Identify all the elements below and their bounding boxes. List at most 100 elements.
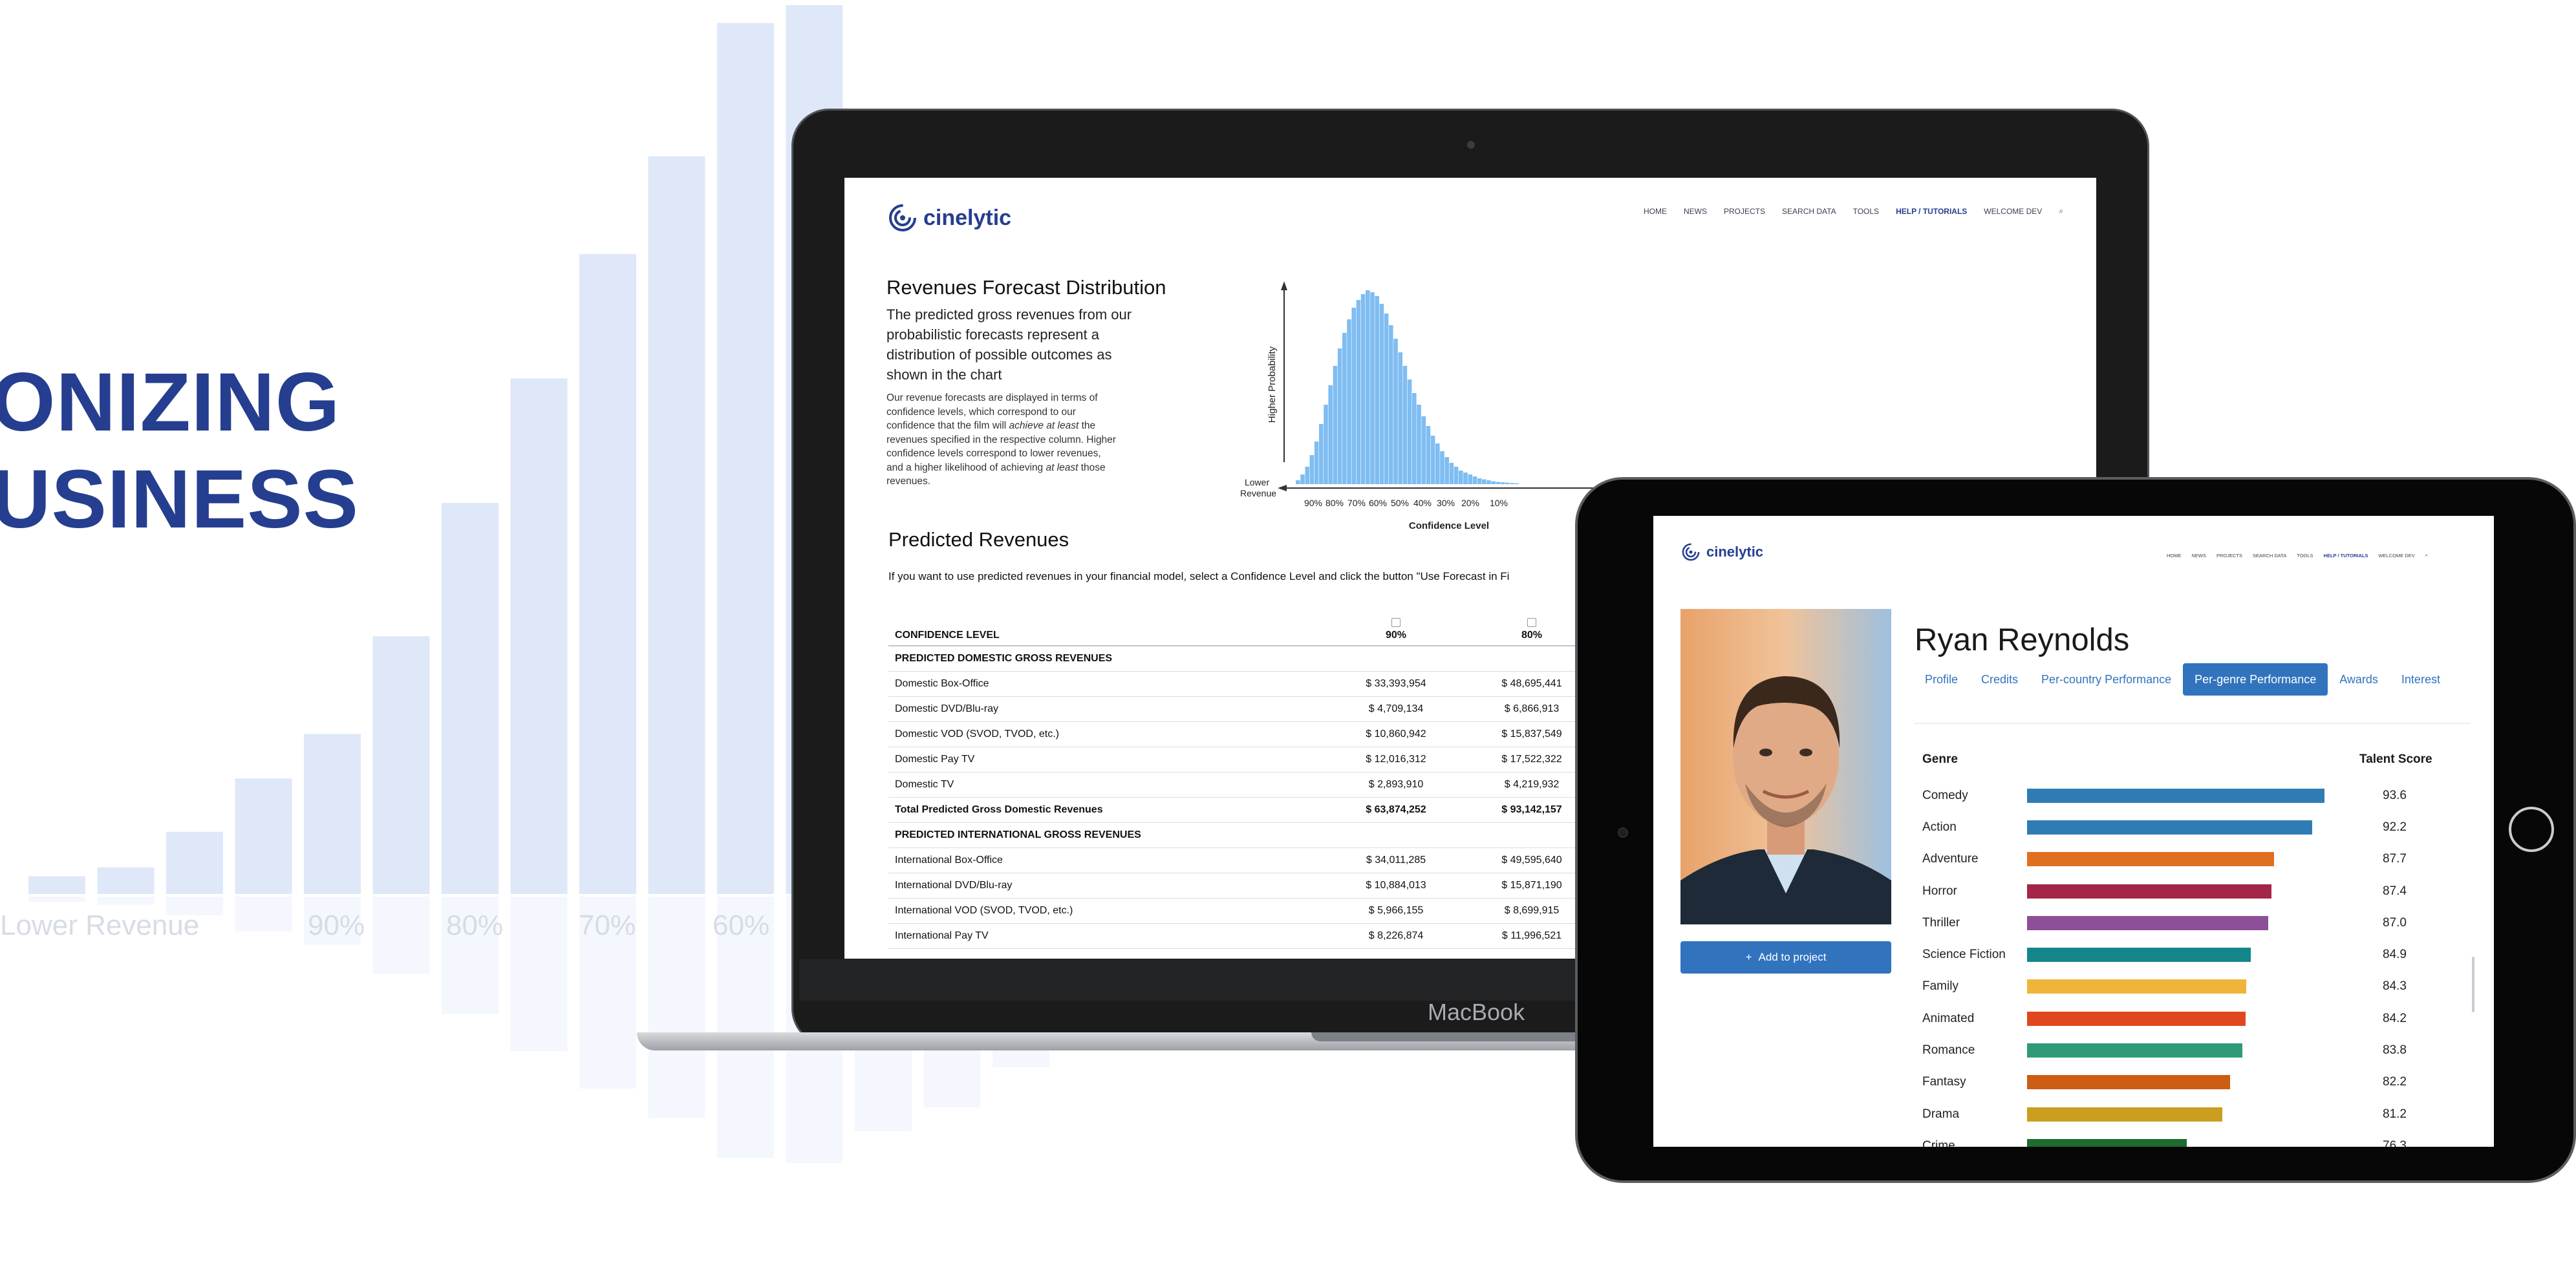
chart-x-arrow: [1278, 485, 1287, 491]
nav-link-search-data[interactable]: SEARCH DATA: [2253, 553, 2286, 559]
distribution-bar: [1370, 292, 1375, 484]
tab-per-genre-performance[interactable]: Per-genre Performance: [2183, 663, 2328, 696]
confidence-90-checkbox[interactable]: [1391, 618, 1401, 627]
nav-link-search-data[interactable]: SEARCH DATA: [1782, 207, 1836, 216]
distribution-bar: [1459, 471, 1463, 484]
row-value: $ 10,860,942: [1328, 721, 1464, 747]
table-row: International Pay TV $ 8,226,874 $ 11,996,…: [888, 923, 1664, 949]
distribution-bar: [1454, 467, 1459, 484]
distribution-bar: [1337, 348, 1342, 484]
nav-link-news[interactable]: NEWS: [2192, 553, 2207, 559]
confidence-80-checkbox[interactable]: [1527, 618, 1536, 627]
tablet-logo-text: cinelytic: [1706, 544, 1764, 560]
col-header-confidence: CONFIDENCE LEVEL: [888, 617, 1328, 646]
col-header-90[interactable]: 90%: [1328, 617, 1464, 646]
nav-link-projects[interactable]: PROJECTS: [2216, 553, 2242, 559]
row-label: International Pay TV: [888, 923, 1328, 949]
search-icon[interactable]: ⌕: [2059, 206, 2063, 216]
tablet-cinelytic-logo[interactable]: cinelytic: [1682, 543, 1763, 561]
distribution-bar: [1417, 405, 1421, 484]
table-row: Domestic Box-Office $ 33,393,954 $ 48,695,…: [888, 671, 1664, 697]
tab-awards[interactable]: Awards: [2328, 663, 2390, 696]
talent-score-value: 83.8: [2383, 1043, 2407, 1058]
talent-score-value: 87.4: [2383, 884, 2407, 898]
genre-row: Comedy 93.6: [1922, 780, 2465, 811]
distribution-bar: [1379, 304, 1384, 484]
background-bar: [97, 867, 155, 894]
tabs-divider: [1915, 723, 2471, 724]
genre-label: Family: [1922, 979, 1959, 994]
genre-row: Animated 84.2: [1922, 1003, 2465, 1034]
tab-interest[interactable]: Interest: [2390, 663, 2452, 696]
distribution-bar: [1342, 333, 1347, 484]
background-bar: [166, 831, 223, 894]
distribution-bar: [1407, 379, 1412, 484]
table-row: Total Predicted Gross Domestic Revenues $…: [888, 797, 1664, 823]
background-axis-label: 60%: [713, 910, 769, 941]
nav-link-help-tutorials[interactable]: HELP / TUTORIALS: [2324, 553, 2368, 559]
x-tick-label: 80%: [1326, 498, 1344, 508]
tab-profile[interactable]: Profile: [1915, 663, 1970, 696]
nav-link-tools[interactable]: TOOLS: [1853, 207, 1879, 216]
genre-label: Thriller: [1922, 915, 1960, 930]
logo-text: cinelytic: [923, 205, 1012, 230]
plus-icon: +: [1745, 951, 1752, 963]
genre-score-bar: [2027, 1011, 2246, 1026]
nav-link-home[interactable]: HOME: [1644, 207, 1667, 216]
background-axis-label: Lower Revenue: [0, 910, 199, 941]
background-bar-reflection: [235, 897, 292, 932]
table-row: International VOD (SVOD, TVOD, etc.) $ 5,…: [888, 898, 1664, 924]
nav-link-tools[interactable]: TOOLS: [2297, 553, 2313, 559]
talent-score-value: 92.2: [2383, 820, 2407, 834]
nav-link-welcome-dev[interactable]: WELCOME DEV: [2378, 553, 2414, 559]
distribution-bar: [1421, 416, 1426, 484]
row-label: International Box-Office: [888, 847, 1328, 873]
genre-bar-track: [2027, 979, 2324, 994]
row-label: PREDICTED DOMESTIC GROSS REVENUES: [888, 646, 1328, 672]
tab-credits[interactable]: Credits: [1970, 663, 2030, 696]
person-name: Ryan Reynolds: [1915, 623, 2130, 657]
distribution-bar: [1500, 482, 1505, 484]
background-bar: [510, 378, 568, 894]
nav-link-home[interactable]: HOME: [2167, 553, 2182, 559]
revenue-table-header: CONFIDENCE LEVEL 90% 80%: [888, 617, 1664, 646]
genre-label: Action: [1922, 820, 1957, 834]
revenue-table: CONFIDENCE LEVEL 90% 80% PREDICTED DOMES…: [888, 617, 1664, 949]
hero-line-1: ONIZING: [0, 356, 341, 449]
add-to-project-button[interactable]: + Add to project: [1680, 941, 1891, 974]
background-axis-label: 90%: [308, 910, 365, 941]
hero-headline: ONIZING USINESS: [0, 354, 359, 548]
predicted-revenues-description: If you want to use predicted revenues in…: [888, 570, 1510, 582]
distribution-bar: [1444, 457, 1449, 484]
tablet-scrollbar[interactable]: [2472, 957, 2474, 1012]
chart-y-arrow: [1281, 281, 1287, 290]
genre-row: Horror 87.4: [1922, 875, 2465, 907]
tablet-camera: [1618, 827, 1628, 838]
search-icon[interactable]: ⌕: [2425, 552, 2428, 559]
chart-y-label: Higher Probability: [1267, 346, 1278, 423]
distribution-bar: [1491, 481, 1496, 484]
nav-link-news[interactable]: NEWS: [1684, 207, 1707, 216]
nav-link-help-tutorials[interactable]: HELP / TUTORIALS: [1896, 207, 1967, 216]
x-tick-label: 90%: [1304, 498, 1322, 508]
chart-x-start-label: Lower Revenue: [1240, 477, 1276, 498]
distribution-bar: [1477, 478, 1482, 484]
forecast-body: Our revenue forecasts are displayed in t…: [886, 391, 1119, 489]
nav-link-welcome-dev[interactable]: WELCOME DEV: [1984, 207, 2042, 216]
actor-photo: [1680, 609, 1891, 924]
cinelytic-logo[interactable]: cinelytic: [888, 204, 1011, 232]
distribution-bar: [1393, 339, 1398, 484]
tablet-cinelytic-logo-icon: [1682, 543, 1700, 561]
forecast-lead: The predicted gross revenues from our pr…: [886, 306, 1132, 383]
tablet-home-button[interactable]: [2509, 807, 2554, 852]
x-tick-label: 10%: [1490, 498, 1508, 508]
genre-row: Science Fiction 84.9: [1922, 939, 2465, 970]
genre-score-bar: [2027, 1043, 2242, 1058]
distribution-bar: [1412, 393, 1417, 484]
background-bar: [372, 636, 430, 894]
table-row: International Box-Office $ 34,011,285 $ 49…: [888, 847, 1664, 873]
tablet-nav-links: HOME NEWS PROJECTS SEARCH DATA TOOLS HELP / T…: [2167, 552, 2428, 559]
nav-link-projects[interactable]: PROJECTS: [1724, 207, 1765, 216]
tab-per-country-performance[interactable]: Per-country Performance: [2030, 663, 2183, 696]
genre-score-bar: [2027, 852, 2274, 867]
